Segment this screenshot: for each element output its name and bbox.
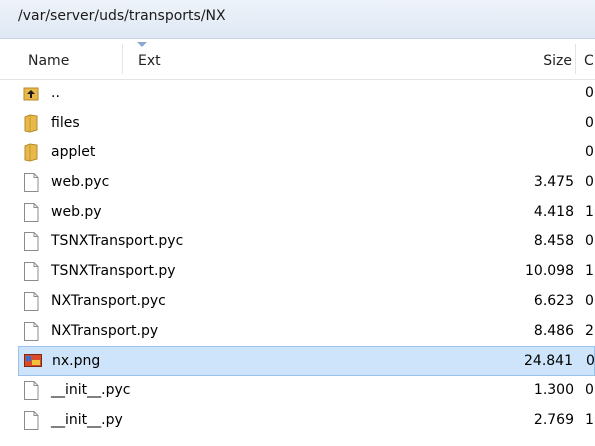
file-name: TSNXTransport.pyc	[51, 233, 184, 250]
folder-icon	[23, 114, 39, 133]
file-size: 8.458	[533, 233, 574, 250]
column-divider[interactable]	[575, 44, 576, 74]
folder-icon	[23, 143, 39, 162]
file-size: 8.486	[533, 322, 574, 339]
file-row[interactable]: applet 0	[18, 138, 595, 168]
file-name: NXTransport.py	[51, 322, 159, 339]
file-other-value: 1	[585, 411, 594, 428]
column-header: Name Ext Size C	[0, 39, 595, 80]
file-other-value: 0	[585, 114, 594, 131]
file-name: web.pyc	[51, 174, 110, 191]
file-other-value: 0	[585, 292, 594, 309]
file-name: applet	[51, 144, 96, 161]
file-other-value: 1	[585, 203, 594, 220]
file-size: 10.098	[525, 263, 574, 280]
file-row[interactable]: TSNXTransport.py 10.098 1	[18, 257, 595, 287]
file-other-value: 1	[585, 263, 594, 280]
file-other-value: 2	[585, 322, 594, 339]
file-row[interactable]: web.py 4.418 1	[18, 198, 595, 228]
sort-indicator-icon	[137, 42, 147, 47]
file-other-value: 0	[585, 381, 594, 398]
file-list: .. 0 files 0 applet 0 web.pyc 3.475 0 web.py 4.418…	[18, 79, 595, 435]
file-name: __init__.py	[51, 411, 123, 428]
file-name: __init__.pyc	[51, 381, 131, 398]
file-other-value: 0	[585, 233, 594, 250]
file-row[interactable]: .. 0	[18, 79, 595, 109]
column-header-name[interactable]: Name	[28, 53, 69, 69]
file-row[interactable]: __init__.py 2.769 1	[18, 406, 595, 436]
file-icon	[23, 291, 39, 311]
file-row[interactable]: __init__.pyc 1.300 0	[18, 376, 595, 406]
parent-folder-icon	[23, 84, 39, 103]
file-other-value: 0	[585, 144, 594, 161]
column-divider[interactable]	[122, 44, 123, 74]
file-name: files	[51, 114, 80, 131]
file-icon	[23, 232, 39, 252]
column-header-other[interactable]: C	[584, 53, 594, 69]
file-row[interactable]: NXTransport.py 8.486 2	[18, 317, 595, 347]
file-icon	[23, 262, 39, 282]
image-file-icon	[24, 352, 42, 371]
file-name: TSNXTransport.py	[51, 263, 176, 280]
file-size: 2.769	[533, 411, 574, 428]
file-name: nx.png	[52, 353, 101, 370]
file-row[interactable]: web.pyc 3.475 0	[18, 168, 595, 198]
file-size: 24.841	[524, 353, 573, 370]
file-icon	[23, 202, 39, 222]
file-icon	[23, 173, 39, 193]
file-other-value: 0	[585, 85, 594, 101]
file-name: NXTransport.pyc	[51, 292, 166, 309]
column-header-size[interactable]: Size	[543, 53, 572, 69]
file-name: ..	[51, 85, 60, 101]
file-other-value: 0	[585, 174, 594, 191]
path-bar[interactable]: /var/server/uds/transports/NX	[0, 0, 595, 39]
file-size: 1.300	[533, 381, 574, 398]
column-header-ext[interactable]: Ext	[138, 53, 161, 69]
file-size: 3.475	[533, 174, 574, 191]
current-path: /var/server/uds/transports/NX	[18, 8, 226, 24]
file-size: 6.623	[533, 292, 574, 309]
file-name: web.py	[51, 203, 102, 220]
file-icon	[23, 410, 39, 430]
file-row[interactable]: nx.png 24.841 0	[18, 346, 595, 376]
file-size: 4.418	[533, 203, 574, 220]
file-row[interactable]: files 0	[18, 109, 595, 139]
file-row[interactable]: TSNXTransport.pyc 8.458 0	[18, 227, 595, 257]
file-icon	[23, 321, 39, 341]
file-icon	[23, 380, 39, 400]
file-row[interactable]: NXTransport.pyc 6.623 0	[18, 287, 595, 317]
file-other-value: 0	[586, 353, 595, 370]
